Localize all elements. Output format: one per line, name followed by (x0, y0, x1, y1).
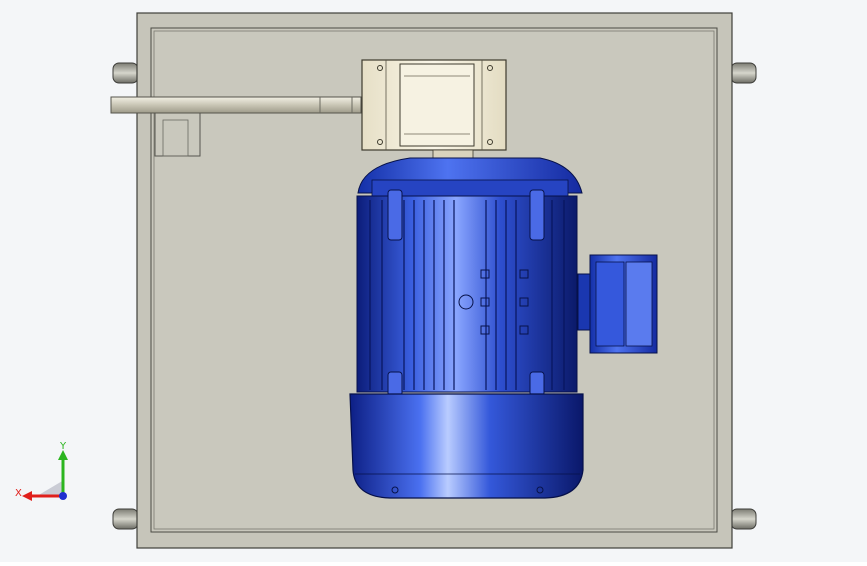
z-axis-dot (59, 492, 67, 500)
cad-viewport[interactable]: Y X (0, 0, 867, 562)
y-axis-label: Y (59, 441, 67, 452)
terminal-box[interactable] (361, 59, 507, 159)
pipe-rod[interactable] (110, 96, 362, 114)
model-view[interactable] (0, 0, 867, 562)
orientation-triad[interactable]: Y X (12, 440, 82, 510)
x-axis-label: X (15, 488, 22, 499)
x-axis-arrowhead (22, 491, 32, 501)
